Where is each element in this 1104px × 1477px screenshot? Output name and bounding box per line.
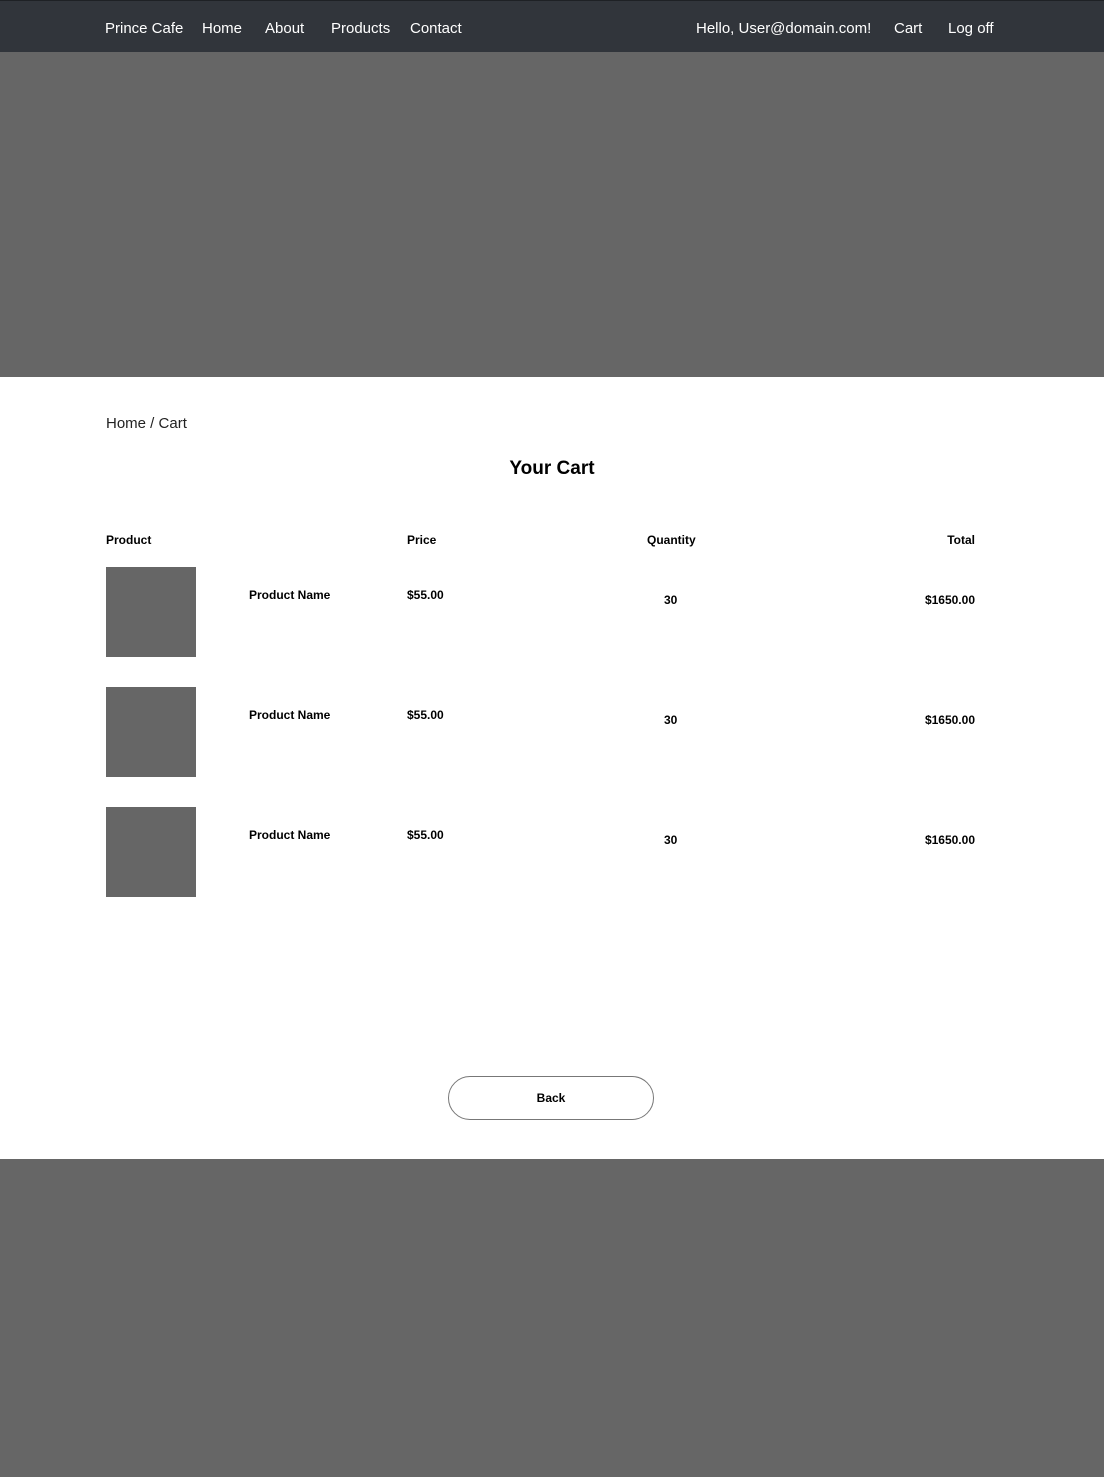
hero-banner-image — [0, 52, 1104, 377]
product-thumbnail — [106, 687, 196, 777]
cart-row: Product Name $55.00 30 $1650.00 — [0, 567, 1104, 659]
nav-link-contact[interactable]: Contact — [410, 19, 462, 39]
product-price: $55.00 — [407, 708, 444, 722]
nav-link-products[interactable]: Products — [331, 19, 390, 39]
nav-link-about[interactable]: About — [265, 19, 304, 39]
brand-link[interactable]: Prince Cafe — [105, 19, 183, 39]
page-title: Your Cart — [509, 458, 595, 479]
logoff-link[interactable]: Log off — [948, 19, 994, 39]
product-total: $1650.00 — [924, 713, 975, 727]
nav-link-cart[interactable]: Cart — [894, 19, 922, 39]
product-price: $55.00 — [407, 588, 444, 602]
product-quantity: 30 — [664, 833, 678, 847]
cart-row: Product Name $55.00 30 $1650.00 — [0, 807, 1104, 899]
product-name: Product Name — [249, 588, 331, 602]
product-quantity: 30 — [664, 713, 678, 727]
breadcrumb-separator: / — [146, 415, 159, 432]
user-greeting-link[interactable]: Hello, User@domain.com! — [696, 19, 871, 39]
product-total: $1650.00 — [924, 593, 975, 607]
back-button[interactable]: Back — [448, 1076, 654, 1120]
product-quantity: 30 — [664, 593, 678, 607]
column-header-quantity: Quantity — [647, 533, 696, 547]
breadcrumb-home-link[interactable]: Home — [106, 415, 146, 432]
cart-row: Product Name $55.00 30 $1650.00 — [0, 687, 1104, 779]
product-name: Product Name — [249, 708, 331, 722]
column-header-total: Total — [947, 533, 975, 547]
product-thumbnail — [106, 567, 196, 657]
product-name: Product Name — [249, 828, 331, 842]
product-price: $55.00 — [407, 828, 444, 842]
breadcrumb: Home / Cart — [106, 415, 187, 432]
column-header-product: Product — [106, 533, 152, 547]
product-total: $1650.00 — [924, 833, 975, 847]
nav-link-home[interactable]: Home — [202, 19, 242, 39]
breadcrumb-current: Cart — [158, 415, 187, 432]
footer — [0, 1159, 1104, 1477]
top-navbar: Prince Cafe Home About Products Contact … — [0, 0, 1104, 52]
column-header-price: Price — [407, 533, 437, 547]
product-thumbnail — [106, 807, 196, 897]
